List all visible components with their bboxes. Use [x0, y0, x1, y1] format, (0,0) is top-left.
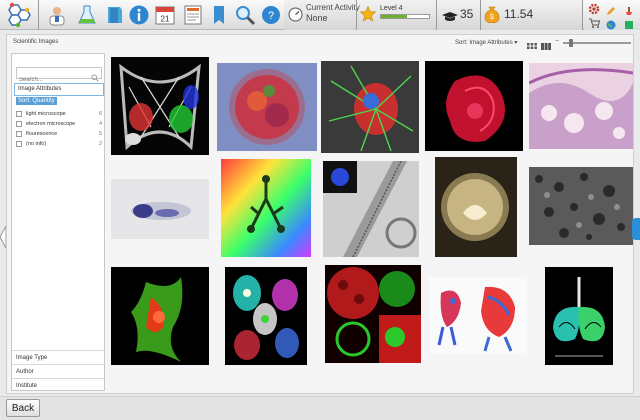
zoom-slider-handle[interactable] — [569, 39, 573, 47]
search-icon[interactable] — [232, 2, 258, 28]
activity-gauge-icon — [288, 7, 303, 22]
gear-icon[interactable] — [588, 2, 600, 15]
filter-option-count: 6 — [98, 110, 102, 117]
activity-value: None — [306, 13, 328, 23]
expand-right-tab[interactable] — [632, 218, 640, 240]
magnifier-icon — [91, 69, 99, 82]
filter-option-count: 4 — [98, 120, 102, 127]
shopping-cart-icon[interactable] — [588, 16, 601, 28]
toolbar-divider — [582, 0, 583, 30]
list-view-icon[interactable] — [541, 38, 551, 50]
level-label: Level 4 — [380, 5, 403, 12]
filter-section-title[interactable]: Image Attributes — [14, 83, 104, 96]
score-value: 35 — [460, 7, 474, 21]
status-divider — [436, 0, 437, 30]
sort-dropdown[interactable]: Sort: Image Attributes ▾ — [455, 39, 517, 46]
lab-flask-icon[interactable] — [74, 2, 100, 28]
status-divider — [356, 0, 357, 30]
image-browser-panel: Scientific Images Sort: Image Attributes… — [6, 34, 634, 394]
image-thumbnail[interactable] — [111, 179, 209, 239]
level-star-icon — [359, 5, 377, 22]
filter-option-label: (no info) — [26, 140, 47, 147]
money-bag-icon: $ — [484, 5, 500, 24]
info-icon[interactable] — [126, 2, 152, 28]
logo-molecule-icon[interactable] — [2, 1, 36, 29]
pencil-icon[interactable] — [606, 3, 616, 15]
svg-text:?: ? — [268, 10, 274, 22]
checkbox[interactable] — [16, 140, 22, 147]
filter-option-label: light microscope — [26, 110, 66, 117]
filter-option[interactable]: flourescence 5 — [16, 129, 102, 138]
image-thumbnail[interactable] — [321, 61, 419, 153]
image-thumbnail[interactable] — [545, 267, 613, 365]
checkbox[interactable] — [16, 130, 22, 137]
filter-sidebar: Image Attributes Sort: Quantity light mi… — [11, 53, 105, 391]
bookmark-icon[interactable] — [206, 2, 232, 28]
globe-icon[interactable] — [606, 17, 616, 30]
checkbox[interactable] — [16, 110, 22, 117]
breadcrumb: Scientific Images — [13, 39, 59, 45]
checkbox[interactable] — [16, 120, 22, 127]
grid-view-icon[interactable] — [527, 38, 537, 49]
category-institute[interactable]: Institute — [12, 378, 104, 392]
filter-option[interactable]: light microscope 6 — [16, 109, 102, 118]
image-thumbnail[interactable] — [529, 167, 633, 245]
image-thumbnail[interactable] — [323, 161, 419, 257]
notebook-icon[interactable] — [102, 2, 128, 28]
search-field[interactable] — [16, 67, 102, 85]
image-thumbnail[interactable] — [529, 63, 633, 149]
activity-label: Current Activity — [306, 3, 360, 12]
filter-option[interactable]: (no info) 2 — [16, 139, 102, 148]
currency-value: 11.54 — [504, 7, 534, 21]
image-thumbnail[interactable] — [325, 265, 421, 363]
help-icon[interactable]: ? — [258, 2, 284, 28]
image-thumbnail[interactable] — [111, 267, 209, 365]
zoom-slider[interactable] — [563, 39, 631, 47]
back-button[interactable]: Back — [6, 399, 40, 417]
status-panel: Current Activity None Level 4 35 $ 11.54 — [284, 0, 582, 30]
utility-tools — [584, 0, 640, 30]
filter-option-count: 5 — [98, 130, 102, 137]
toolbar-divider — [38, 0, 39, 30]
fullscreen-icon[interactable] — [624, 17, 634, 29]
graduation-cap-icon — [442, 9, 458, 21]
filter-option-count: 2 — [98, 140, 102, 147]
zoom-out-icon[interactable]: − — [555, 38, 561, 46]
level-progress-fill — [381, 15, 408, 18]
data-icon[interactable] — [180, 2, 206, 28]
bottom-bar: Back — [0, 396, 640, 420]
brush-icon[interactable] — [624, 3, 634, 15]
image-gallery — [109, 53, 633, 393]
image-thumbnail[interactable] — [221, 159, 311, 257]
calendar-day-text: 21 — [161, 15, 170, 24]
category-image-type[interactable]: Image Type — [12, 350, 104, 364]
category-author[interactable]: Author — [12, 364, 104, 378]
calendar-icon[interactable]: 21 — [152, 2, 178, 28]
image-thumbnail[interactable] — [429, 277, 527, 353]
level-progress-bar — [380, 14, 430, 19]
filter-option[interactable]: electron microscope 4 — [16, 119, 102, 128]
image-thumbnail[interactable] — [111, 57, 209, 155]
filter-option-label: flourescence — [26, 130, 58, 137]
top-toolbar: 21 ? Current Activity None Level 4 35 $ … — [0, 0, 640, 30]
svg-text:$: $ — [490, 14, 494, 21]
image-thumbnail[interactable] — [217, 63, 317, 151]
collapse-left-handle[interactable] — [0, 225, 7, 249]
sort-quantity-badge[interactable]: Sort: Quantity — [16, 97, 57, 105]
status-divider — [480, 0, 481, 30]
filter-option-label: electron microscope — [26, 120, 76, 127]
image-thumbnail[interactable] — [225, 267, 307, 365]
image-thumbnail[interactable] — [425, 61, 523, 151]
profile-icon[interactable] — [44, 2, 70, 28]
image-thumbnail[interactable] — [435, 157, 517, 257]
